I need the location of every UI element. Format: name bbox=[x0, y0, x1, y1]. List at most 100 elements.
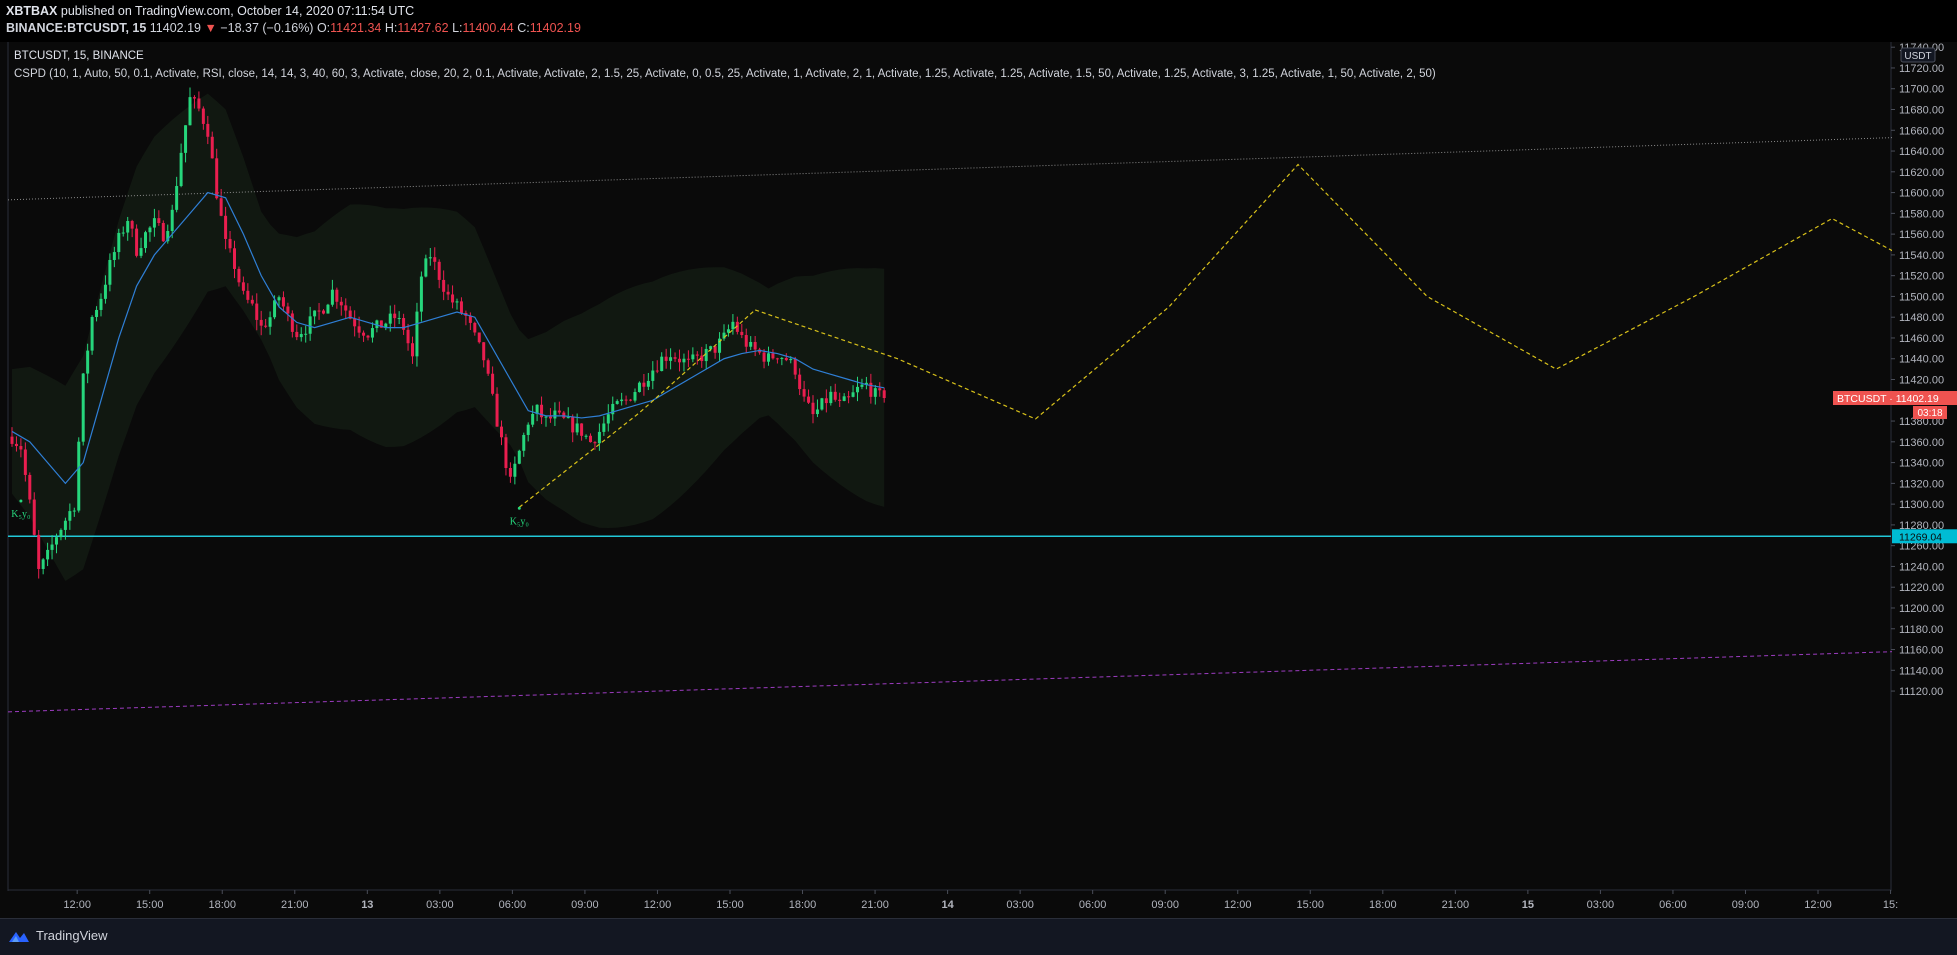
candle-body bbox=[673, 357, 677, 359]
candle-body bbox=[753, 341, 757, 350]
candle-body bbox=[273, 300, 277, 318]
candle-body bbox=[179, 152, 183, 187]
price-axis[interactable]: 11120.00 11140.00 11160.00 11180.00 11200.00… bbox=[1891, 42, 1957, 890]
close-label: C: bbox=[517, 21, 530, 35]
candle-body bbox=[424, 258, 428, 277]
candle-body bbox=[851, 392, 855, 397]
candle-body bbox=[775, 358, 779, 360]
candle-body bbox=[695, 354, 699, 356]
candle-body bbox=[807, 396, 811, 403]
candle-body bbox=[117, 232, 121, 253]
candle-body bbox=[740, 331, 744, 336]
price-tick-label: 11340.00 bbox=[1899, 458, 1944, 470]
time-tick-label: 21:00 bbox=[1442, 899, 1470, 911]
support-label: 11269.04 bbox=[1899, 531, 1942, 543]
candle-body bbox=[23, 449, 27, 475]
candle-body bbox=[286, 306, 290, 314]
price-tick-label: 11320.00 bbox=[1899, 478, 1944, 490]
candle-body bbox=[767, 353, 770, 362]
time-tick-label: 21:00 bbox=[281, 899, 309, 911]
time-tick-label: 06:00 bbox=[1659, 899, 1687, 911]
candle-body bbox=[192, 97, 196, 99]
brand-name: TradingView bbox=[36, 928, 108, 943]
price-tick-label: 11120.00 bbox=[1899, 686, 1943, 698]
candle-body bbox=[437, 261, 441, 280]
candle-body bbox=[152, 218, 156, 228]
time-tick-label: 12:00 bbox=[1804, 899, 1832, 911]
currency-label: USDT bbox=[1904, 51, 1931, 62]
time-tick-label: 15:00 bbox=[716, 899, 744, 911]
candle-body bbox=[90, 316, 94, 351]
time-tick-label: 09:00 bbox=[1151, 899, 1179, 911]
candle-body bbox=[95, 309, 99, 317]
time-tick-label: 06:00 bbox=[1079, 899, 1107, 911]
legend-title[interactable]: BTCUSDT, 15, BINANCE bbox=[14, 50, 144, 62]
time-tick-label: 15 bbox=[1522, 899, 1534, 911]
price-tick-label: 11460.00 bbox=[1899, 333, 1944, 345]
time-tick-label: 06:00 bbox=[499, 899, 527, 911]
candle-body bbox=[838, 399, 842, 401]
price-tick-label: 11360.00 bbox=[1899, 437, 1944, 449]
candle-body bbox=[41, 559, 45, 569]
candle-body bbox=[651, 370, 655, 381]
candle-body bbox=[815, 409, 819, 415]
candle-body bbox=[584, 435, 588, 437]
price-tick-label: 11140.00 bbox=[1899, 665, 1943, 677]
publish-text: published on TradingView.com, October 14… bbox=[57, 4, 415, 18]
candle-body bbox=[81, 373, 85, 442]
candle-body bbox=[299, 334, 303, 338]
candle-body bbox=[633, 392, 637, 401]
candle-body bbox=[455, 301, 459, 303]
price-tick-label: 11240.00 bbox=[1899, 561, 1944, 573]
candle-body bbox=[32, 499, 36, 535]
price-tick-label: 11600.00 bbox=[1899, 188, 1944, 200]
price-tick-label: 11680.00 bbox=[1899, 105, 1944, 117]
candle-body bbox=[304, 333, 308, 335]
candle-body bbox=[219, 198, 223, 216]
candle-body bbox=[860, 384, 864, 387]
candle-body bbox=[820, 398, 824, 410]
candle-body bbox=[224, 215, 228, 239]
candle-body bbox=[246, 290, 250, 300]
candle-body bbox=[68, 511, 72, 521]
publisher-name[interactable]: XBTBAX bbox=[6, 4, 57, 18]
candle-body bbox=[55, 537, 58, 545]
candle-body bbox=[669, 357, 673, 361]
candle-body bbox=[624, 399, 628, 401]
candle-body bbox=[393, 313, 397, 319]
candle-body bbox=[322, 310, 325, 314]
candle-body bbox=[344, 305, 348, 311]
candle-body bbox=[184, 125, 188, 153]
candle-body bbox=[268, 317, 272, 327]
candle-body bbox=[629, 399, 633, 401]
candle-body bbox=[789, 358, 793, 361]
candle-body bbox=[762, 352, 766, 362]
candle-body bbox=[63, 520, 67, 530]
candle-body bbox=[308, 316, 312, 334]
candle-body bbox=[157, 218, 161, 224]
candle-body bbox=[112, 252, 116, 260]
signal-marker bbox=[19, 499, 23, 503]
publish-info: XBTBAX published on TradingView.com, Oct… bbox=[6, 4, 414, 18]
tradingview-logo-icon bbox=[9, 931, 29, 942]
candle-body bbox=[121, 232, 125, 234]
candle-body bbox=[495, 393, 499, 427]
candle-body bbox=[473, 322, 477, 333]
time-axis[interactable]: 12:00 15:00 18:00 21:00 13 03:00 06:00 09:00 12:… bbox=[0, 890, 1957, 918]
brand[interactable]: TradingView bbox=[8, 928, 108, 943]
price-change: −18.37 (−0.16%) bbox=[220, 21, 314, 35]
time-tick-label: 18:00 bbox=[789, 899, 817, 911]
candle-body bbox=[580, 423, 584, 436]
open-label: O: bbox=[316, 21, 331, 35]
candle-body bbox=[522, 434, 526, 451]
indicator-legend[interactable]: CSPD (10, 1, Auto, 50, 0.1, Activate, RS… bbox=[14, 68, 1436, 80]
symbol-summary: BINANCE:BTCUSDT, 15 11402.19 ▼ −18.37 (−… bbox=[6, 21, 581, 35]
price-chart[interactable]: K₅y₀ K₅y₀ 11120.00 11140.00 11160.00 11180.0… bbox=[0, 42, 1957, 918]
candle-body bbox=[237, 268, 241, 283]
candle-body bbox=[446, 291, 450, 295]
candle-body bbox=[682, 358, 686, 363]
candle-body bbox=[330, 289, 334, 305]
candle-body bbox=[468, 315, 472, 323]
candle-body bbox=[175, 186, 179, 210]
candle-body bbox=[277, 297, 281, 301]
